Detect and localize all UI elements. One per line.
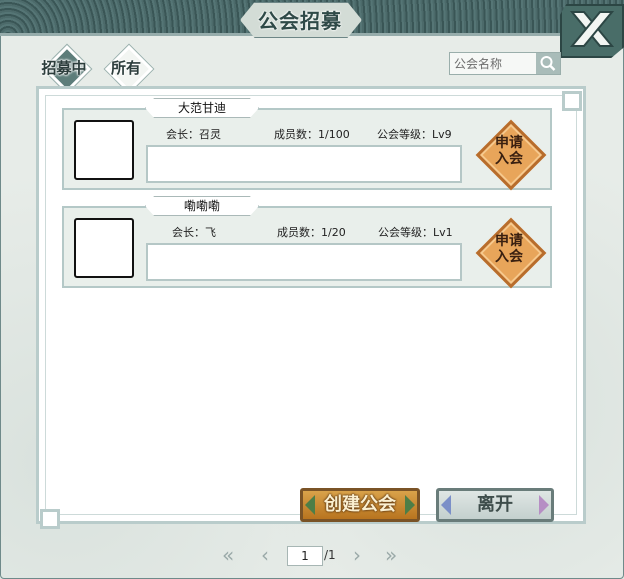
close-icon [569, 11, 615, 47]
page-number-input[interactable]: 1 [287, 546, 323, 566]
next-page-button[interactable]: › [353, 543, 361, 567]
guild-card: 会长：召灵 成员数：1/100 公会等级：Lv9 申请 入会 [62, 108, 552, 191]
guild-leader: 会长：飞 [172, 226, 216, 239]
apply-join-button[interactable]: 申请 入会 [474, 118, 547, 191]
search-icon [540, 56, 556, 71]
tab-recruiting-label: 招募中 [41, 59, 87, 77]
apply-join-label: 申请 入会 [495, 135, 523, 167]
apply-join-label: 申请 入会 [495, 233, 523, 265]
apply-join-button[interactable]: 申请 入会 [474, 216, 547, 289]
guild-members: 成员数：1/20 [277, 226, 346, 239]
create-guild-button[interactable]: 创建公会 [300, 488, 420, 522]
guild-name: 大范甘迪 [145, 98, 259, 118]
guild-search [449, 52, 561, 75]
first-page-button[interactable]: « [222, 543, 234, 567]
guild-level: 公会等级：Lv9 [377, 128, 452, 141]
leave-button[interactable]: 离开 [436, 488, 554, 522]
guild-name: 嘞嘞嘞 [145, 196, 259, 216]
window-title: 公会招募 [258, 9, 342, 33]
guild-avatar [74, 218, 134, 278]
guild-description [146, 145, 462, 183]
guild-avatar [74, 120, 134, 180]
panel-corner [40, 509, 60, 529]
tab-all[interactable]: 所有 [104, 44, 154, 94]
last-page-button[interactable]: » [385, 543, 397, 567]
prev-page-button[interactable]: ‹ [261, 543, 269, 567]
close-button[interactable] [560, 4, 624, 58]
guild-card: 会长：飞 成员数：1/20 公会等级：Lv1 申请 入会 [62, 206, 552, 289]
guild-description [146, 243, 462, 281]
search-input[interactable] [450, 53, 534, 74]
panel-corner [562, 91, 582, 111]
tab-all-label: 所有 [110, 59, 141, 77]
guild-level: 公会等级：Lv1 [378, 226, 453, 239]
tab-recruiting[interactable]: 招募中 [41, 44, 92, 94]
guild-leader: 会长：召灵 [166, 128, 221, 141]
guild-members: 成员数：1/100 [274, 128, 350, 141]
search-button[interactable] [536, 53, 560, 74]
page-total: /1 [324, 548, 336, 562]
